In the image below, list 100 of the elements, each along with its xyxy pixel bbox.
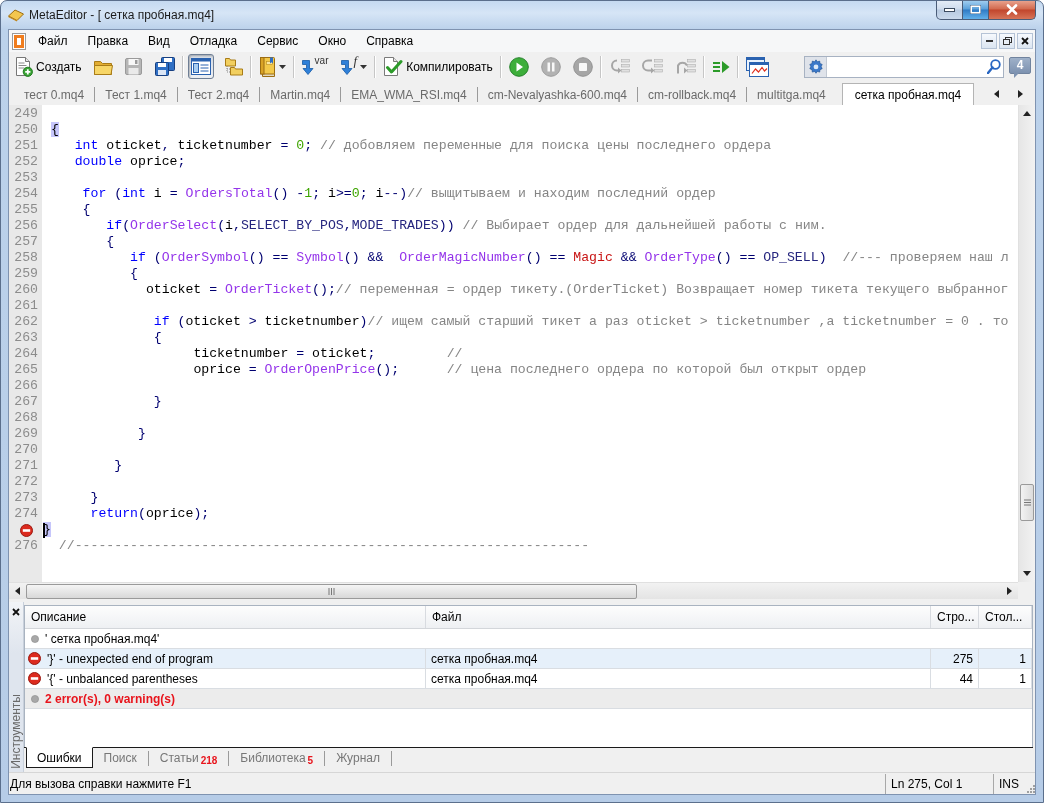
menu-item[interactable]: Вид [138, 31, 180, 51]
vertical-scrollbar[interactable] [1018, 105, 1035, 582]
menu-item[interactable]: Файл [28, 31, 78, 51]
column-header[interactable]: Файл [426, 606, 931, 628]
folder-icon [93, 58, 113, 75]
line-number: 261 [14, 298, 38, 314]
menu-item[interactable]: Сервис [247, 31, 309, 51]
line-number: 257 [14, 234, 38, 250]
table-cell: 44 [931, 669, 979, 688]
search-field[interactable] [804, 55, 1004, 78]
scroll-up-icon [1023, 111, 1031, 116]
new-file-icon [14, 56, 33, 77]
book-icon [258, 56, 276, 77]
arrow-lines-icon [608, 57, 630, 76]
cursor-position: Ln 275, Col 1 [891, 776, 963, 791]
code-line: } [114, 458, 123, 474]
scroll-right-icon [1007, 587, 1012, 595]
file-tab[interactable]: сетка пробная.mq4 [841, 83, 975, 105]
code-line: if (OrderSymbol() == Symbol() && OrderMagicNumber() == Magic && OrderType() == OP_SELL) //--- проверяем наш л [130, 250, 1009, 266]
menu-item[interactable]: Правка [77, 31, 139, 51]
caret-icon [360, 64, 368, 69]
scroll-left-icon [15, 587, 20, 595]
line-number: 272 [14, 474, 38, 490]
file-tab[interactable]: EMA_WMA_RSI.mq4 [341, 83, 477, 105]
line-number: 256 [14, 218, 38, 234]
line-number: 260 [14, 282, 38, 298]
panel-title: Инструменты [9, 694, 23, 769]
lines-arrow-icon [711, 59, 730, 74]
column-header[interactable]: Описание [25, 606, 426, 628]
new-file-button[interactable]: Создать [11, 54, 85, 79]
insert-variable-button[interactable]: var [298, 54, 332, 79]
arrow-icon [301, 58, 314, 75]
line-number: 273 [14, 490, 38, 506]
caret-icon [278, 64, 286, 69]
file-tab[interactable]: Тест 1.mq4 [95, 83, 177, 105]
navigator-button[interactable] [187, 54, 214, 79]
line-number: 252 [14, 154, 38, 170]
code-line: double oprice; [74, 154, 186, 170]
line-number: 269 [14, 426, 38, 442]
close-document-button[interactable] [1017, 33, 1033, 49]
table-row[interactable]: '{' - unbalanced parentheses сетка пробная.mq4 44 1 [25, 669, 1032, 689]
maximize-icon [970, 5, 981, 14]
horizontal-scrollbar[interactable] [9, 582, 1018, 599]
file-tab[interactable]: multitga.mq4 [747, 83, 836, 105]
menu-item[interactable]: Справка [356, 31, 424, 51]
compile-button[interactable]: Компилировать [380, 54, 496, 79]
status-dot-icon [31, 694, 39, 703]
restore-icon [1002, 37, 1012, 45]
line-number: 266 [14, 378, 38, 394]
table-row[interactable]: 2 error(s), 0 warning(s) [25, 689, 1032, 709]
code-line: return(oprice); [90, 506, 210, 522]
settings-icon[interactable] [807, 58, 824, 75]
line-number: 276 [14, 538, 38, 554]
scrollbar-thumb[interactable] [1020, 484, 1034, 521]
code-line: for (int i = OrdersTotal() -1; i>=0; i--)// выщитываем и находим последний ордер [82, 186, 716, 202]
code-line: } [137, 426, 146, 442]
file-tab[interactable]: cm-rollback.mq4 [638, 83, 747, 105]
scroll-left-icon[interactable] [994, 90, 999, 98]
code-line: { [82, 202, 91, 218]
minimize-document-button[interactable] [981, 33, 997, 49]
column-header[interactable]: Стро... [931, 606, 979, 628]
file-tab[interactable]: Тест 2.mq4 [177, 83, 260, 105]
close-button[interactable] [989, 1, 1036, 20]
scroll-down-icon [1023, 571, 1031, 576]
window-title: MetaEditor - [ сетка пробная.mq4] [29, 7, 215, 22]
tab-count: 218 [200, 755, 218, 766]
scroll-right-icon[interactable] [1018, 90, 1023, 98]
scrollbar-thumb[interactable] [26, 583, 637, 599]
file-tab[interactable]: тест 0.mq4 [14, 83, 95, 105]
minimize-button[interactable] [936, 1, 963, 20]
search-icon[interactable] [987, 59, 1001, 74]
code-line: if(OrderSelect(i,SELECT_BY_POS,MODE_TRADES)) // Выбирает ордер для дальнейшей работы с ним. [106, 218, 827, 234]
message-text: '{' - unbalanced parentheses [47, 671, 198, 686]
code-line: //----------------------------------------------------------------- [58, 538, 590, 554]
panel-tab[interactable]: Журнал [325, 747, 391, 768]
menu-item[interactable]: Отладка [179, 31, 248, 51]
table-cell: сетка пробная.mq4 [426, 669, 931, 688]
insert-function-button[interactable]: f [337, 54, 371, 79]
line-number: 270 [14, 442, 38, 458]
table-cell: 1 [979, 669, 1032, 688]
line-number: 264 [14, 346, 38, 362]
close-icon [1006, 4, 1018, 15]
restore-document-button[interactable] [999, 33, 1015, 49]
close-icon[interactable] [12, 608, 20, 616]
column-header[interactable]: Стол... [979, 606, 1032, 628]
line-number: 263 [14, 330, 38, 346]
menu-item[interactable]: Окно [308, 31, 357, 51]
line-number: 274 [14, 506, 38, 522]
maximize-button[interactable] [963, 1, 989, 20]
message-text: 2 error(s), 0 warning(s) [45, 691, 176, 706]
file-tab[interactable]: cm-Nevalyashka-600.mq4 [477, 83, 638, 105]
line-number: 267 [14, 394, 38, 410]
table-row[interactable]: '}' - unexpected end of program сетка пробная.mq4 275 1 [25, 649, 1032, 669]
panel-tab[interactable]: Поиск [92, 747, 148, 768]
stop-icon [572, 56, 593, 77]
panel-tab[interactable]: Ошибки [26, 747, 93, 768]
line-number: 262 [14, 314, 38, 330]
code-line: } [153, 394, 162, 410]
code-line: int oticket, ticketnumber = 0; // добовляем переменные для поиска цены последнего ордера [74, 138, 772, 154]
file-tab[interactable]: Martin.mq4 [260, 83, 341, 105]
